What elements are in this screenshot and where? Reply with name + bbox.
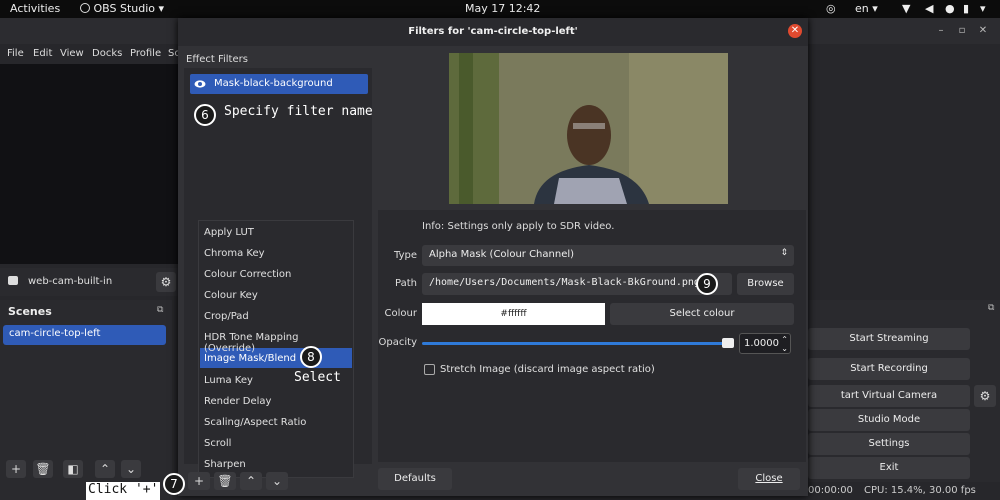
status-cpu: CPU: 15.4%, 30.00 fps [864, 485, 976, 496]
annotation-text-7: Click '+' [86, 482, 161, 500]
maximize-icon[interactable]: ▫ [955, 24, 969, 38]
add-scene-plus-icon[interactable]: + [6, 460, 26, 478]
filter-down-chevron-icon[interactable]: ⌄ [266, 472, 288, 490]
start-recording-button[interactable]: Start Recording [808, 358, 970, 380]
stretch-image-label: Stretch Image (discard image aspect rati… [440, 364, 655, 375]
remove-scene-trash-icon[interactable]: 🗑 [33, 460, 53, 478]
undock-icon[interactable]: ⧉ [157, 305, 163, 315]
updown-chevron-icon: ⇕ [780, 248, 788, 258]
type-label: Type [394, 250, 417, 261]
scenes-title: Scenes [8, 305, 52, 318]
menu-item-hdr-tone-mapping[interactable]: HDR Tone Mapping (Override) [204, 329, 350, 354]
source-name: web-cam-built-in [28, 276, 113, 287]
filter-preview [449, 53, 728, 204]
scene-up-chevron-icon[interactable]: ⌃ [95, 460, 115, 478]
status-bar: 00:00:00 CPU: 15.4%, 30.00 fps [808, 482, 1000, 500]
exit-button[interactable]: Exit [808, 457, 970, 479]
virtual-camera-gear-icon[interactable]: ⚙ [974, 385, 996, 407]
opacity-slider-handle[interactable] [722, 338, 734, 348]
browse-button[interactable]: Browse [737, 273, 794, 295]
opacity-spinbox[interactable]: 1.0000 ⌃ ⌄ [739, 333, 791, 354]
menu-item-crop-pad[interactable]: Crop/Pad [204, 308, 350, 326]
source-properties-gear-icon[interactable]: ⚙ [156, 272, 176, 292]
menu-docks[interactable]: Docks [92, 48, 122, 59]
obs-app-icon [80, 3, 90, 13]
activities-button[interactable]: Activities [10, 2, 60, 15]
start-virtual-camera-button[interactable]: tart Virtual Camera [808, 385, 970, 407]
obs-preview [0, 64, 180, 264]
menu-item-scaling-aspect-ratio[interactable]: Scaling/Aspect Ratio [204, 414, 350, 432]
clock[interactable]: May 17 12:42 [465, 2, 540, 15]
wifi-icon: ▼ [902, 2, 911, 15]
camera-icon [8, 276, 18, 285]
annotation-step-9: 9 [696, 273, 718, 295]
settings-button[interactable]: Settings [808, 433, 970, 455]
defaults-button[interactable]: Defaults [378, 468, 452, 490]
annotation-text-6: Specify filter name [224, 104, 373, 119]
status-time: 00:00:00 [808, 485, 853, 496]
select-colour-button[interactable]: Select colour [610, 303, 794, 325]
start-streaming-button[interactable]: Start Streaming [808, 328, 970, 350]
menu-item-colour-correction[interactable]: Colour Correction [204, 266, 350, 284]
annotation-text-8: Select [294, 370, 341, 385]
add-filter-plus-icon[interactable]: + [188, 472, 210, 490]
path-label: Path [395, 278, 417, 289]
colour-swatch: #ffffff [422, 303, 605, 325]
effect-filter-item[interactable]: Mask-black-background [190, 74, 368, 94]
remove-filter-trash-icon[interactable]: 🗑 [214, 472, 236, 490]
annotation-step-6: 6 [194, 104, 216, 126]
effect-filters-label: Effect Filters [186, 54, 248, 65]
webcam-frame [449, 53, 728, 204]
obs-tray-icon[interactable]: ◎ [826, 2, 836, 15]
language-indicator[interactable]: en ▾ [855, 2, 878, 15]
scene-down-chevron-icon[interactable]: ⌄ [121, 460, 141, 478]
scene-item[interactable]: cam-circle-top-left [3, 325, 166, 345]
system-top-bar: Activities OBS Studio ▾ May 17 12:42 ◎ e… [0, 0, 1000, 18]
menu-item-chroma-key[interactable]: Chroma Key [204, 245, 350, 263]
path-input[interactable]: /home/Users/Documents/Mask-Black-BkGroun… [422, 273, 732, 295]
source-toolbar: web-cam-built-in ⚙ [0, 268, 178, 296]
menu-item-scroll[interactable]: Scroll [204, 435, 350, 453]
type-value: Alpha Mask (Colour Channel) [429, 249, 575, 260]
menu-item-colour-key[interactable]: Colour Key [204, 287, 350, 305]
dialog-close-icon[interactable]: ✕ [788, 24, 802, 38]
annotation-step-7: 7 [163, 473, 185, 495]
opacity-label: Opacity [378, 337, 417, 348]
opacity-value: 1.0000 [744, 338, 779, 349]
info-text: Info: Settings only apply to SDR video. [422, 221, 615, 232]
menu-item-render-delay[interactable]: Render Delay [204, 393, 350, 411]
scene-filters-icon[interactable]: ◧ [63, 460, 83, 478]
volume-icon: ◀ [925, 2, 934, 15]
app-name: OBS Studio [93, 2, 156, 15]
close-button[interactable]: Close [738, 468, 800, 490]
annotation-step-8: 8 [300, 346, 322, 368]
dialog-title: Filters for 'cam-circle-top-left' [408, 26, 578, 37]
menu-item-image-mask-blend[interactable]: Image Mask/Blend [204, 350, 350, 368]
spin-chevrons-icon[interactable]: ⌃ ⌄ [781, 335, 788, 353]
opacity-slider[interactable] [422, 342, 733, 345]
window-close-icon[interactable]: ✕ [976, 24, 990, 38]
minimize-icon[interactable]: – [934, 24, 948, 38]
stretch-image-checkbox[interactable] [424, 364, 435, 375]
menu-edit[interactable]: Edit [33, 48, 52, 59]
menu-profile[interactable]: Profile [130, 48, 161, 59]
type-select[interactable]: Alpha Mask (Colour Channel) ⇕ [422, 245, 794, 266]
menu-item-apply-lut[interactable]: Apply LUT [204, 224, 350, 242]
menu-view[interactable]: View [60, 48, 84, 59]
menu-file[interactable]: File [7, 48, 24, 59]
chevron-down-icon: ▾ [158, 2, 165, 15]
eye-icon[interactable] [194, 79, 206, 89]
battery-icon: ▮ [963, 2, 970, 15]
filter-up-chevron-icon[interactable]: ⌃ [240, 472, 262, 490]
system-menu-icon[interactable]: ▾ [980, 2, 986, 15]
studio-mode-button[interactable]: Studio Mode [808, 409, 970, 431]
colour-label: Colour [384, 308, 417, 319]
microphone-icon: ● [945, 2, 955, 15]
app-menu-obs[interactable]: OBS Studio ▾ [80, 2, 164, 15]
controls-undock-icon[interactable]: ⧉ [988, 303, 994, 313]
